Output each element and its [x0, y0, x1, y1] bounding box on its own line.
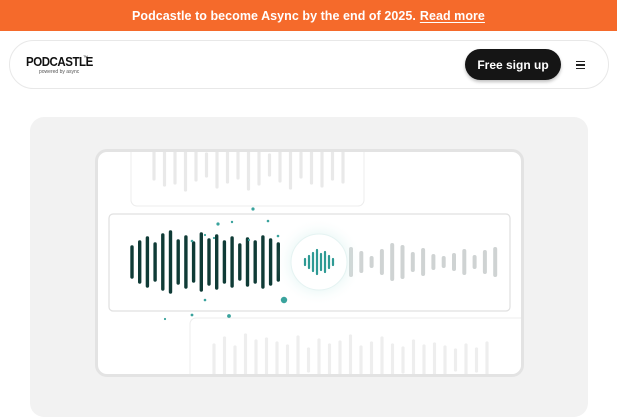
particle-dot	[251, 207, 255, 211]
particle-dot	[190, 313, 194, 317]
particle-dot	[280, 296, 288, 304]
particle-dot	[203, 298, 207, 302]
particle-dot	[212, 236, 216, 240]
particle-dot	[163, 317, 167, 321]
particle-dot	[276, 234, 280, 238]
particle-dot	[266, 219, 270, 223]
particle-dot	[216, 222, 220, 226]
particle-dot	[230, 220, 234, 224]
audio-enhance-icon	[290, 233, 348, 291]
particle-dot	[190, 239, 194, 243]
particle-dot	[203, 233, 207, 237]
particle-dot	[247, 238, 251, 242]
particle-dot	[227, 314, 231, 318]
audio-waveform-illustration	[108, 152, 521, 374]
